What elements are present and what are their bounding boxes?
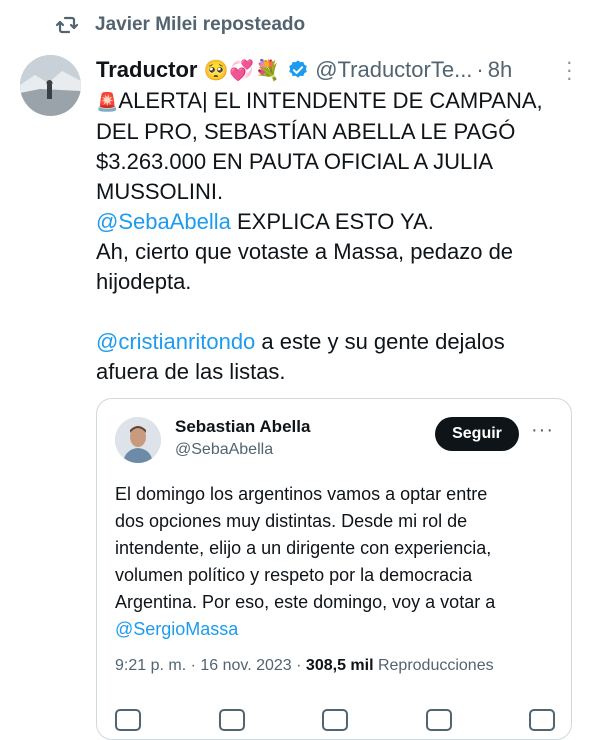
repost-icon xyxy=(55,16,79,34)
tweet-time[interactable]: 8h xyxy=(488,57,512,83)
mention-link[interactable]: @cristianritondo xyxy=(96,329,255,354)
alarm-emoji: 🚨 xyxy=(96,92,119,112)
share-icon[interactable] xyxy=(529,709,555,731)
tweet-line-text: a este y su gente dejalos xyxy=(255,329,505,354)
tweet-line: @SebaAbella EXPLICA ESTO YA. xyxy=(96,207,566,237)
repost-label: Javier Milei reposteado xyxy=(95,14,306,35)
quoted-views-label: Reproducciones xyxy=(373,657,494,674)
more-options-icon[interactable]: · · · xyxy=(566,51,573,89)
tweet-line: MUSSOLINI. xyxy=(96,179,224,204)
tweet-text: 🚨ALERTA| EL INTENDENTE DE CAMPANA, DEL P… xyxy=(96,86,566,387)
author-avatar[interactable] xyxy=(20,55,81,116)
mention-link[interactable]: @SebaAbella xyxy=(96,209,231,234)
quoted-tweet-card[interactable]: Sebastian Abella @SebaAbella Seguir ··· … xyxy=(96,398,572,740)
bookmark-icon[interactable] xyxy=(425,709,452,731)
quote-more-icon[interactable]: ··· xyxy=(531,419,554,442)
header-separator: · xyxy=(476,57,484,82)
verified-badge-icon xyxy=(289,60,307,78)
reply-icon[interactable] xyxy=(115,709,141,731)
quoted-line: dos opciones muy distintas. Desde mi rol… xyxy=(115,511,468,531)
tweet-line-text: EXPLICA ESTO YA. xyxy=(230,209,434,234)
tweet-line: $3.263.000 EN PAUTA OFICIAL A JULIA xyxy=(96,149,494,174)
author-handle[interactable]: @TraductorTe... xyxy=(315,57,472,83)
quoted-tweet-text: El domingo los argentinos vamos a optar … xyxy=(115,481,555,643)
quoted-line: Argentina. Por eso, este domingo, voy a … xyxy=(115,592,496,612)
quoted-mention-link[interactable]: @SergioMassa xyxy=(115,616,555,643)
quoted-views-count: 308,5 mil xyxy=(305,657,374,674)
tweet-line: Ah, cierto que votaste a Massa, pedazo d… xyxy=(96,239,514,264)
repost-action-icon[interactable] xyxy=(218,709,245,731)
tweet-line: 🚨ALERTA| EL INTENDENTE DE CAMPANA, xyxy=(96,86,566,117)
tweet-line: hijodepta. xyxy=(96,269,192,294)
quoted-author-avatar[interactable] xyxy=(115,417,161,463)
quoted-line: El domingo los argentinos vamos a optar … xyxy=(115,484,488,504)
author-name[interactable]: Traductor xyxy=(96,57,197,83)
tweet-line-text: ALERTA| EL INTENDENTE DE CAMPANA, xyxy=(118,88,543,113)
quoted-actions-row xyxy=(115,709,555,731)
tweet-line: DEL PRO, SEBASTÍAN ABELLA LE PAGÓ xyxy=(96,119,516,144)
quoted-datetime[interactable]: 9:21 p. m. · 16 nov. 2023 · xyxy=(115,657,306,674)
quoted-tweet-meta: 9:21 p. m. · 16 nov. 2023 · 308,5 mil Re… xyxy=(115,657,494,675)
quoted-author-name[interactable]: Sebastian Abella xyxy=(175,417,310,437)
follow-button[interactable]: Seguir xyxy=(435,417,519,451)
tweet-header: Traductor 🥺💞💐 @TraductorTe... · 8h xyxy=(96,55,579,85)
quoted-author-handle[interactable]: @SebaAbella xyxy=(175,441,273,459)
like-icon[interactable] xyxy=(322,709,348,731)
quoted-line: intendente, elijo a un dirigente con exp… xyxy=(115,538,492,558)
author-name-emoji: 🥺💞💐 xyxy=(203,59,282,82)
repost-indicator: Javier Milei reposteado xyxy=(55,12,305,38)
quoted-line: volumen político y respeto por la democr… xyxy=(115,565,473,585)
tweet-line: afuera de las listas. xyxy=(96,359,286,384)
tweet-line: @cristianritondo a este y su gente dejal… xyxy=(96,327,566,357)
